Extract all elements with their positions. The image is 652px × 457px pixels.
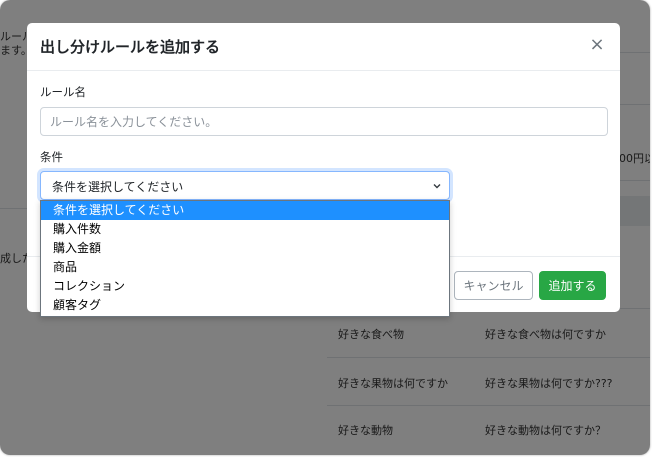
add-button[interactable]: 追加する xyxy=(539,271,606,300)
modal-header: 出し分けルールを追加する × xyxy=(27,23,620,71)
dropdown-option[interactable]: コレクション xyxy=(41,277,449,296)
modal-title: 出し分けルールを追加する xyxy=(40,38,221,56)
rule-name-label: ルール名 xyxy=(40,85,86,99)
app-window: ルール ます。 成した 00円以 好きな食べ物 好きな食べ物は何ですか 好きな果… xyxy=(0,0,650,455)
condition-label: 条件 xyxy=(40,150,63,164)
dropdown-option[interactable]: 商品 xyxy=(41,258,449,277)
dropdown-option[interactable]: 条件を選択してください xyxy=(41,201,449,220)
condition-select-value: 条件を選択してください xyxy=(52,180,184,194)
dropdown-option[interactable]: 顧客タグ xyxy=(41,296,449,315)
dropdown-option[interactable]: 購入金額 xyxy=(41,239,449,258)
close-icon[interactable]: × xyxy=(586,34,608,56)
dropdown-option[interactable]: 購入件数 xyxy=(41,220,449,239)
cancel-button[interactable]: キャンセル xyxy=(454,271,533,300)
chevron-down-icon xyxy=(433,184,441,189)
rule-name-input[interactable] xyxy=(40,107,608,136)
condition-select[interactable]: 条件を選択してください xyxy=(40,171,450,200)
condition-dropdown-list: 条件を選択してください 購入件数 購入金額 商品 コレクション 顧客タグ xyxy=(40,200,450,317)
